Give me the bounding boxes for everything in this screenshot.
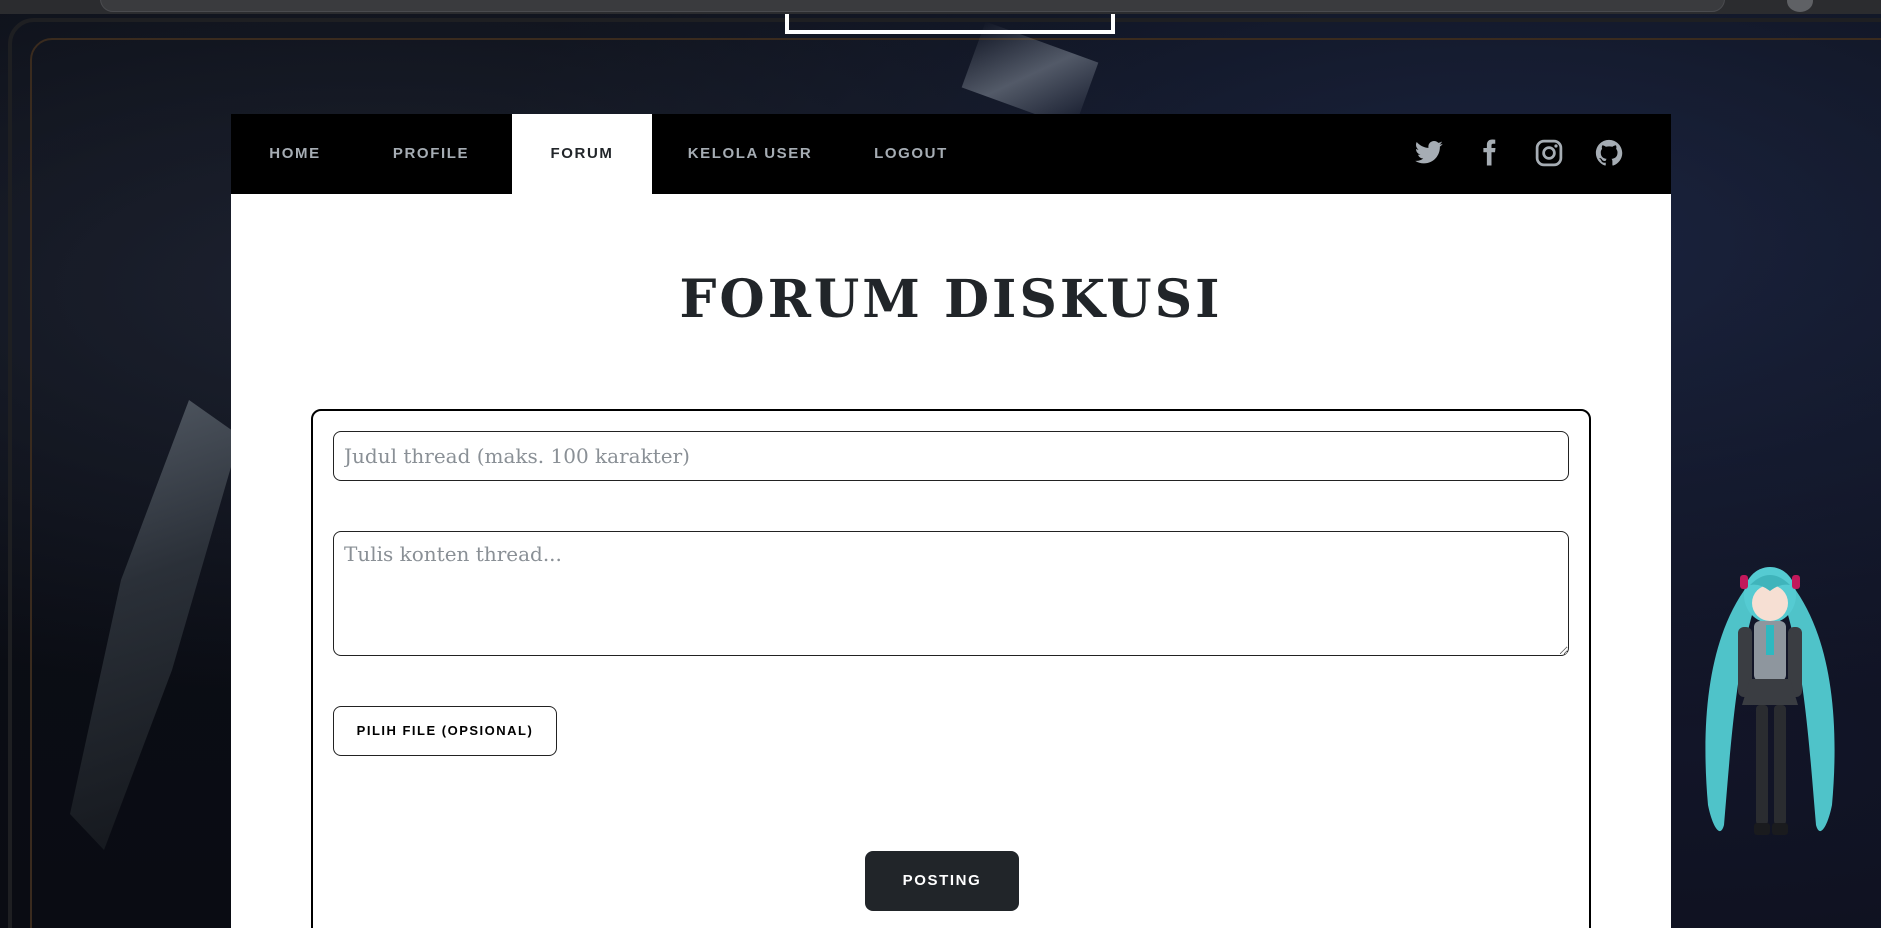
- twitter-icon[interactable]: [1414, 138, 1444, 168]
- top-decorative-frame: [785, 14, 1115, 34]
- browser-toolbar: [0, 0, 1881, 14]
- profile-avatar[interactable]: [1787, 0, 1813, 12]
- thread-form: PILIH FILE (OPSIONAL) POSTING: [311, 409, 1591, 928]
- facebook-icon[interactable]: [1474, 138, 1504, 168]
- nav-logout[interactable]: LOGOUT: [848, 114, 974, 194]
- post-button[interactable]: POSTING: [865, 851, 1019, 911]
- github-icon[interactable]: [1594, 138, 1624, 168]
- choose-file-button[interactable]: PILIH FILE (OPSIONAL): [333, 706, 557, 756]
- navbar: HOME PROFILE FORUM KELOLA USER LOGOUT: [231, 114, 1671, 194]
- nav-profile[interactable]: PROFILE: [359, 114, 503, 194]
- instagram-icon[interactable]: [1534, 138, 1564, 168]
- thread-title-input[interactable]: [333, 431, 1569, 481]
- address-bar[interactable]: [100, 0, 1725, 12]
- nav-home[interactable]: HOME: [231, 114, 359, 194]
- mascot-figure: [1690, 555, 1850, 885]
- nav-kelola-user[interactable]: KELOLA USER: [652, 114, 848, 194]
- page-title: FORUM DISKUSI: [679, 269, 1223, 330]
- main-container: HOME PROFILE FORUM KELOLA USER LOGOUT FO…: [231, 114, 1671, 928]
- nav-forum[interactable]: FORUM: [512, 114, 652, 194]
- thread-content-textarea[interactable]: [333, 531, 1569, 656]
